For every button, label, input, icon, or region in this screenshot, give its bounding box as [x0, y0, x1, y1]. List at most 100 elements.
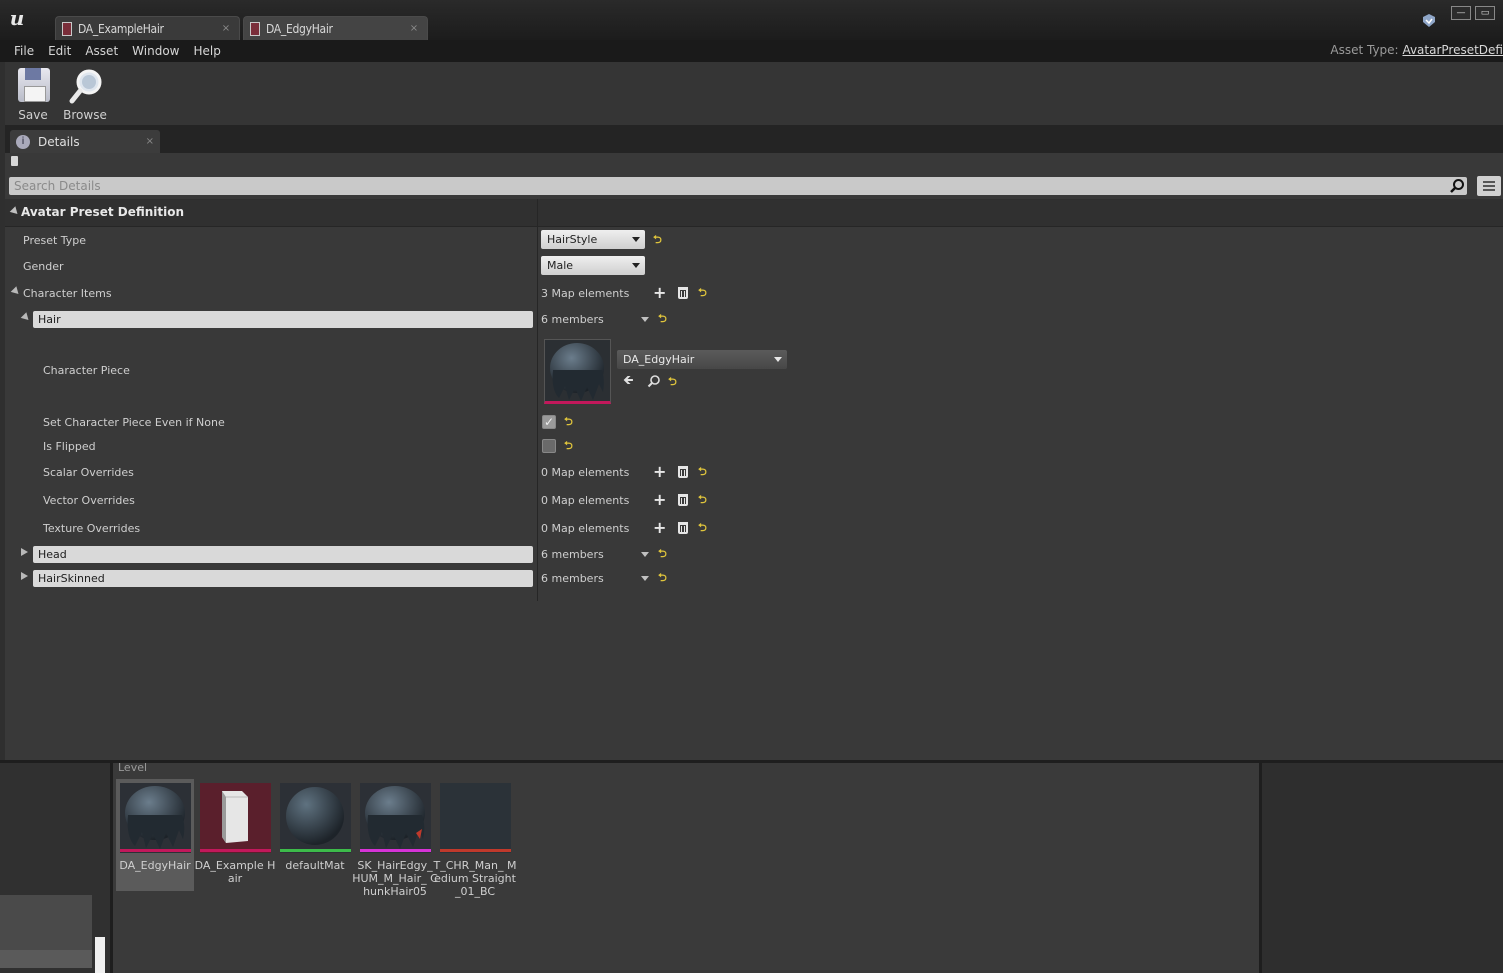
chevron-down-icon[interactable]: [641, 576, 649, 581]
add-element-icon[interactable]: +: [653, 464, 666, 480]
asset-type-color-bar: [440, 849, 511, 852]
reset-to-default-icon[interactable]: ⮌: [698, 494, 708, 505]
character-piece-value: DA_EdgyHair: [623, 353, 695, 366]
trash-icon[interactable]: [678, 522, 688, 534]
close-icon[interactable]: ×: [407, 23, 421, 34]
chevron-down-icon: [632, 237, 640, 242]
gender-combo[interactable]: Male: [541, 256, 645, 275]
asset-tile-sk-hair-edgy[interactable]: SK_HairEdgy_ HUM_M_Hair_ ChunkHair05: [352, 779, 438, 898]
lock-icon[interactable]: [11, 156, 18, 166]
menu-help[interactable]: Help: [186, 44, 227, 58]
prop-scalar-overrides-label: Scalar Overrides: [43, 465, 134, 479]
sphere-icon: [280, 783, 351, 853]
hair-icon: [120, 783, 191, 853]
asset-type-color-bar: [200, 849, 271, 852]
reset-to-default-icon[interactable]: ⮌: [698, 466, 708, 477]
prop-set-even-if-none-label: Set Character Piece Even if None: [43, 415, 225, 429]
close-icon[interactable]: ×: [146, 136, 154, 147]
trash-icon[interactable]: [678, 287, 688, 299]
asset-type-link[interactable]: AvatarPresetDefi: [1402, 43, 1503, 57]
preset-type-combo[interactable]: HairStyle: [541, 230, 645, 249]
menu-asset[interactable]: Asset: [78, 44, 125, 58]
browse-button[interactable]: Browse: [60, 66, 110, 122]
view-options-button[interactable]: [1477, 176, 1501, 196]
details-panel: Avatar Preset Definition Preset Type Hai…: [5, 153, 1503, 760]
reset-to-default-icon[interactable]: ⮌: [658, 548, 668, 559]
prop-character-items-label: Character Items: [23, 286, 112, 300]
scalar-overrides-count: 0 Map elements: [541, 466, 630, 479]
reset-to-default-icon[interactable]: ⮌: [698, 287, 708, 298]
add-element-icon[interactable]: +: [653, 520, 666, 536]
prop-character-piece-label: Character Piece: [43, 363, 130, 377]
scrollbar[interactable]: [95, 937, 105, 973]
expand-arrow-icon[interactable]: [20, 312, 32, 323]
trash-icon[interactable]: [678, 494, 688, 506]
map-key-hair[interactable]: Hair: [33, 311, 533, 328]
reset-to-default-icon[interactable]: ⮌: [564, 416, 574, 427]
category-avatar-preset-definition[interactable]: Avatar Preset Definition: [5, 199, 1503, 227]
asset-tile-da-edgy-hair[interactable]: DA_EdgyHair: [116, 779, 194, 891]
prop-preset-type-label: Preset Type: [23, 233, 87, 247]
tab-da-example-hair[interactable]: DA_ExampleHair ×: [55, 16, 240, 40]
reset-to-default-icon[interactable]: ⮌: [653, 234, 663, 245]
unreal-logo-icon[interactable]: u: [6, 7, 28, 29]
breadcrumb[interactable]: Level: [118, 761, 147, 774]
vector-overrides-count: 0 Map elements: [541, 494, 630, 507]
expand-arrow-icon[interactable]: [21, 548, 28, 556]
gender-value: Male: [547, 259, 574, 272]
asset-thumbnail[interactable]: [544, 339, 611, 404]
prop-texture-overrides-label: Texture Overrides: [43, 521, 141, 535]
save-button[interactable]: Save: [8, 66, 58, 122]
chevron-down-icon[interactable]: [641, 317, 649, 322]
minimize-button[interactable]: —: [1451, 6, 1471, 20]
trash-icon[interactable]: [678, 466, 688, 478]
preset-type-value: HairStyle: [547, 233, 598, 246]
tab-da-edgy-hair[interactable]: DA_EdgyHair ×: [243, 16, 428, 40]
menu-edit[interactable]: Edit: [41, 44, 78, 58]
add-element-icon[interactable]: +: [653, 492, 666, 508]
details-tab-bar: i Details ×: [5, 125, 1503, 153]
tab-label: DA_ExampleHair: [78, 21, 164, 36]
data-asset-icon: [250, 21, 260, 36]
reset-to-default-icon[interactable]: ⮌: [658, 572, 668, 583]
asset-type-color-bar: [280, 849, 351, 852]
hair-skinned-members: 6 members: [541, 572, 604, 585]
expand-arrow-icon[interactable]: [10, 286, 22, 297]
sources-panel: [0, 763, 110, 973]
feedback-icon[interactable]: [1421, 14, 1437, 28]
collapse-arrow-icon[interactable]: [9, 206, 21, 217]
set-even-if-none-checkbox[interactable]: ✓: [542, 415, 556, 429]
column-splitter[interactable]: [537, 199, 538, 601]
asset-tile-da-example-hair[interactable]: DA_Example Hair: [195, 779, 275, 891]
expand-arrow-icon[interactable]: [21, 572, 28, 580]
browse-to-asset-icon[interactable]: [647, 374, 661, 388]
divider[interactable]: [1259, 763, 1262, 973]
maximize-button[interactable]: ▭: [1475, 6, 1495, 20]
use-selected-arrow-icon[interactable]: 🡸: [623, 374, 637, 387]
menu-window[interactable]: Window: [125, 44, 186, 58]
reset-to-default-icon[interactable]: ⮌: [668, 376, 678, 387]
is-flipped-checkbox[interactable]: [542, 439, 556, 453]
hair-members: 6 members: [541, 313, 604, 326]
details-icon: i: [16, 134, 30, 149]
save-label: Save: [18, 108, 48, 122]
reset-to-default-icon[interactable]: ⮌: [564, 440, 574, 451]
map-key-hair-skinned[interactable]: HairSkinned: [33, 570, 533, 587]
asset-label: T_CHR_Man_ Medium Straight_01_BC: [433, 859, 517, 898]
asset-tile-t-chr-man[interactable]: T_CHR_Man_ Medium Straight_01_BC: [433, 779, 517, 898]
asset-tile-default-mat[interactable]: defaultMat: [276, 779, 354, 891]
chevron-down-icon[interactable]: [641, 552, 649, 557]
tab-details[interactable]: i Details ×: [10, 130, 160, 153]
texture-icon: [440, 783, 511, 853]
search-input[interactable]: [9, 177, 1439, 195]
search-box: [9, 177, 1467, 195]
save-icon: [18, 68, 50, 102]
map-key-head[interactable]: Head: [33, 546, 533, 563]
close-icon[interactable]: ×: [219, 23, 233, 34]
add-element-icon[interactable]: +: [653, 285, 666, 301]
character-piece-combo[interactable]: DA_EdgyHair: [617, 350, 787, 369]
reset-to-default-icon[interactable]: ⮌: [698, 522, 708, 533]
menu-file[interactable]: File: [0, 44, 41, 58]
prop-vector-overrides-label: Vector Overrides: [43, 493, 135, 507]
reset-to-default-icon[interactable]: ⮌: [658, 313, 668, 324]
